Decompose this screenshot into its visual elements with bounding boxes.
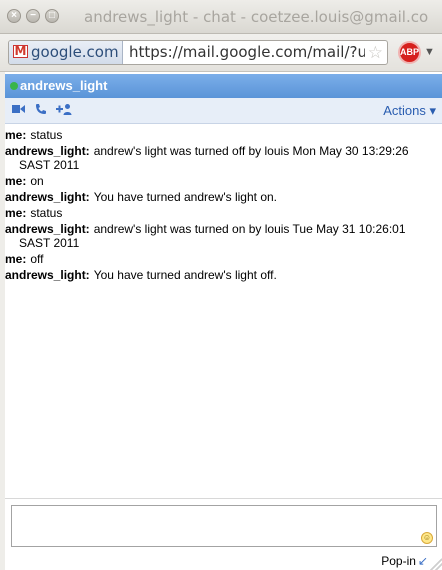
address-bar: M google.com https://mail.google.com/mai… (0, 34, 442, 72)
message-list: me: status andrews_light: andrew's light w… (5, 128, 437, 284)
adblock-icon[interactable]: ABP (398, 41, 421, 64)
gmail-icon: M (13, 44, 28, 58)
compose-divider (5, 498, 442, 499)
site-identity[interactable]: M google.com (9, 41, 123, 64)
close-window-button[interactable]: × (7, 9, 21, 23)
message-sender: andrews_light: (5, 222, 90, 236)
video-icon[interactable] (12, 103, 26, 118)
message: me: off (5, 252, 437, 266)
maximize-window-button[interactable]: □ (45, 9, 59, 23)
url-text[interactable]: https://mail.google.com/mail/?ui= (129, 41, 384, 64)
url-field[interactable]: M google.com https://mail.google.com/mai… (8, 40, 388, 65)
contact-name: andrews_light (20, 78, 108, 93)
message-sender: andrews_light: (5, 144, 90, 158)
message-sender: andrews_light: (5, 268, 90, 282)
message-sender: me: (5, 128, 27, 142)
message-sender: me: (5, 252, 27, 266)
message: andrews_light: You have turned andrew's l… (5, 190, 437, 204)
chat-toolbar: Actions ▾ (5, 98, 442, 124)
minimize-window-button[interactable]: − (26, 9, 40, 23)
add-person-icon[interactable] (56, 103, 72, 118)
site-label: google.com (31, 43, 119, 61)
emoticon-icon[interactable]: ☺ (421, 532, 433, 544)
resize-grip[interactable] (430, 558, 442, 570)
message-text: You have turned andrew's light on. (93, 190, 277, 204)
message-sender: andrews_light: (5, 190, 90, 204)
popin-link[interactable]: Pop-in ↙ (381, 554, 428, 568)
message-sender: me: (5, 206, 27, 220)
arrow-down-left-icon: ↙ (417, 554, 428, 568)
star-icon[interactable]: ☆ (364, 43, 383, 63)
message-text: status (30, 128, 63, 142)
actions-menu[interactable]: Actions ▾ (383, 103, 436, 119)
message: andrews_light: You have turned andrew's l… (5, 268, 437, 282)
chat-header: andrews_light (5, 74, 442, 98)
message-sender: me: (5, 174, 27, 188)
online-status-icon (10, 82, 18, 90)
window-title: andrews_light - chat - coetzee.louis@gma… (84, 8, 429, 26)
message-text: on (30, 174, 44, 188)
message: andrews_light: andrew's light was turned … (5, 144, 437, 172)
message-text: off (30, 252, 44, 266)
message-text: status (30, 206, 63, 220)
message: me: status (5, 206, 437, 220)
message-text: You have turned andrew's light off. (93, 268, 277, 282)
message: me: on (5, 174, 437, 188)
window-titlebar: × − □ andrews_light - chat - coetzee.lou… (0, 0, 442, 34)
message: me: status (5, 128, 437, 142)
popin-label: Pop-in (381, 554, 416, 568)
chevron-down-icon[interactable]: ▼ (424, 46, 435, 58)
phone-icon[interactable] (35, 103, 47, 118)
message: andrews_light: andrew's light was turned … (5, 222, 437, 250)
compose-input[interactable]: ☺ (11, 505, 437, 547)
